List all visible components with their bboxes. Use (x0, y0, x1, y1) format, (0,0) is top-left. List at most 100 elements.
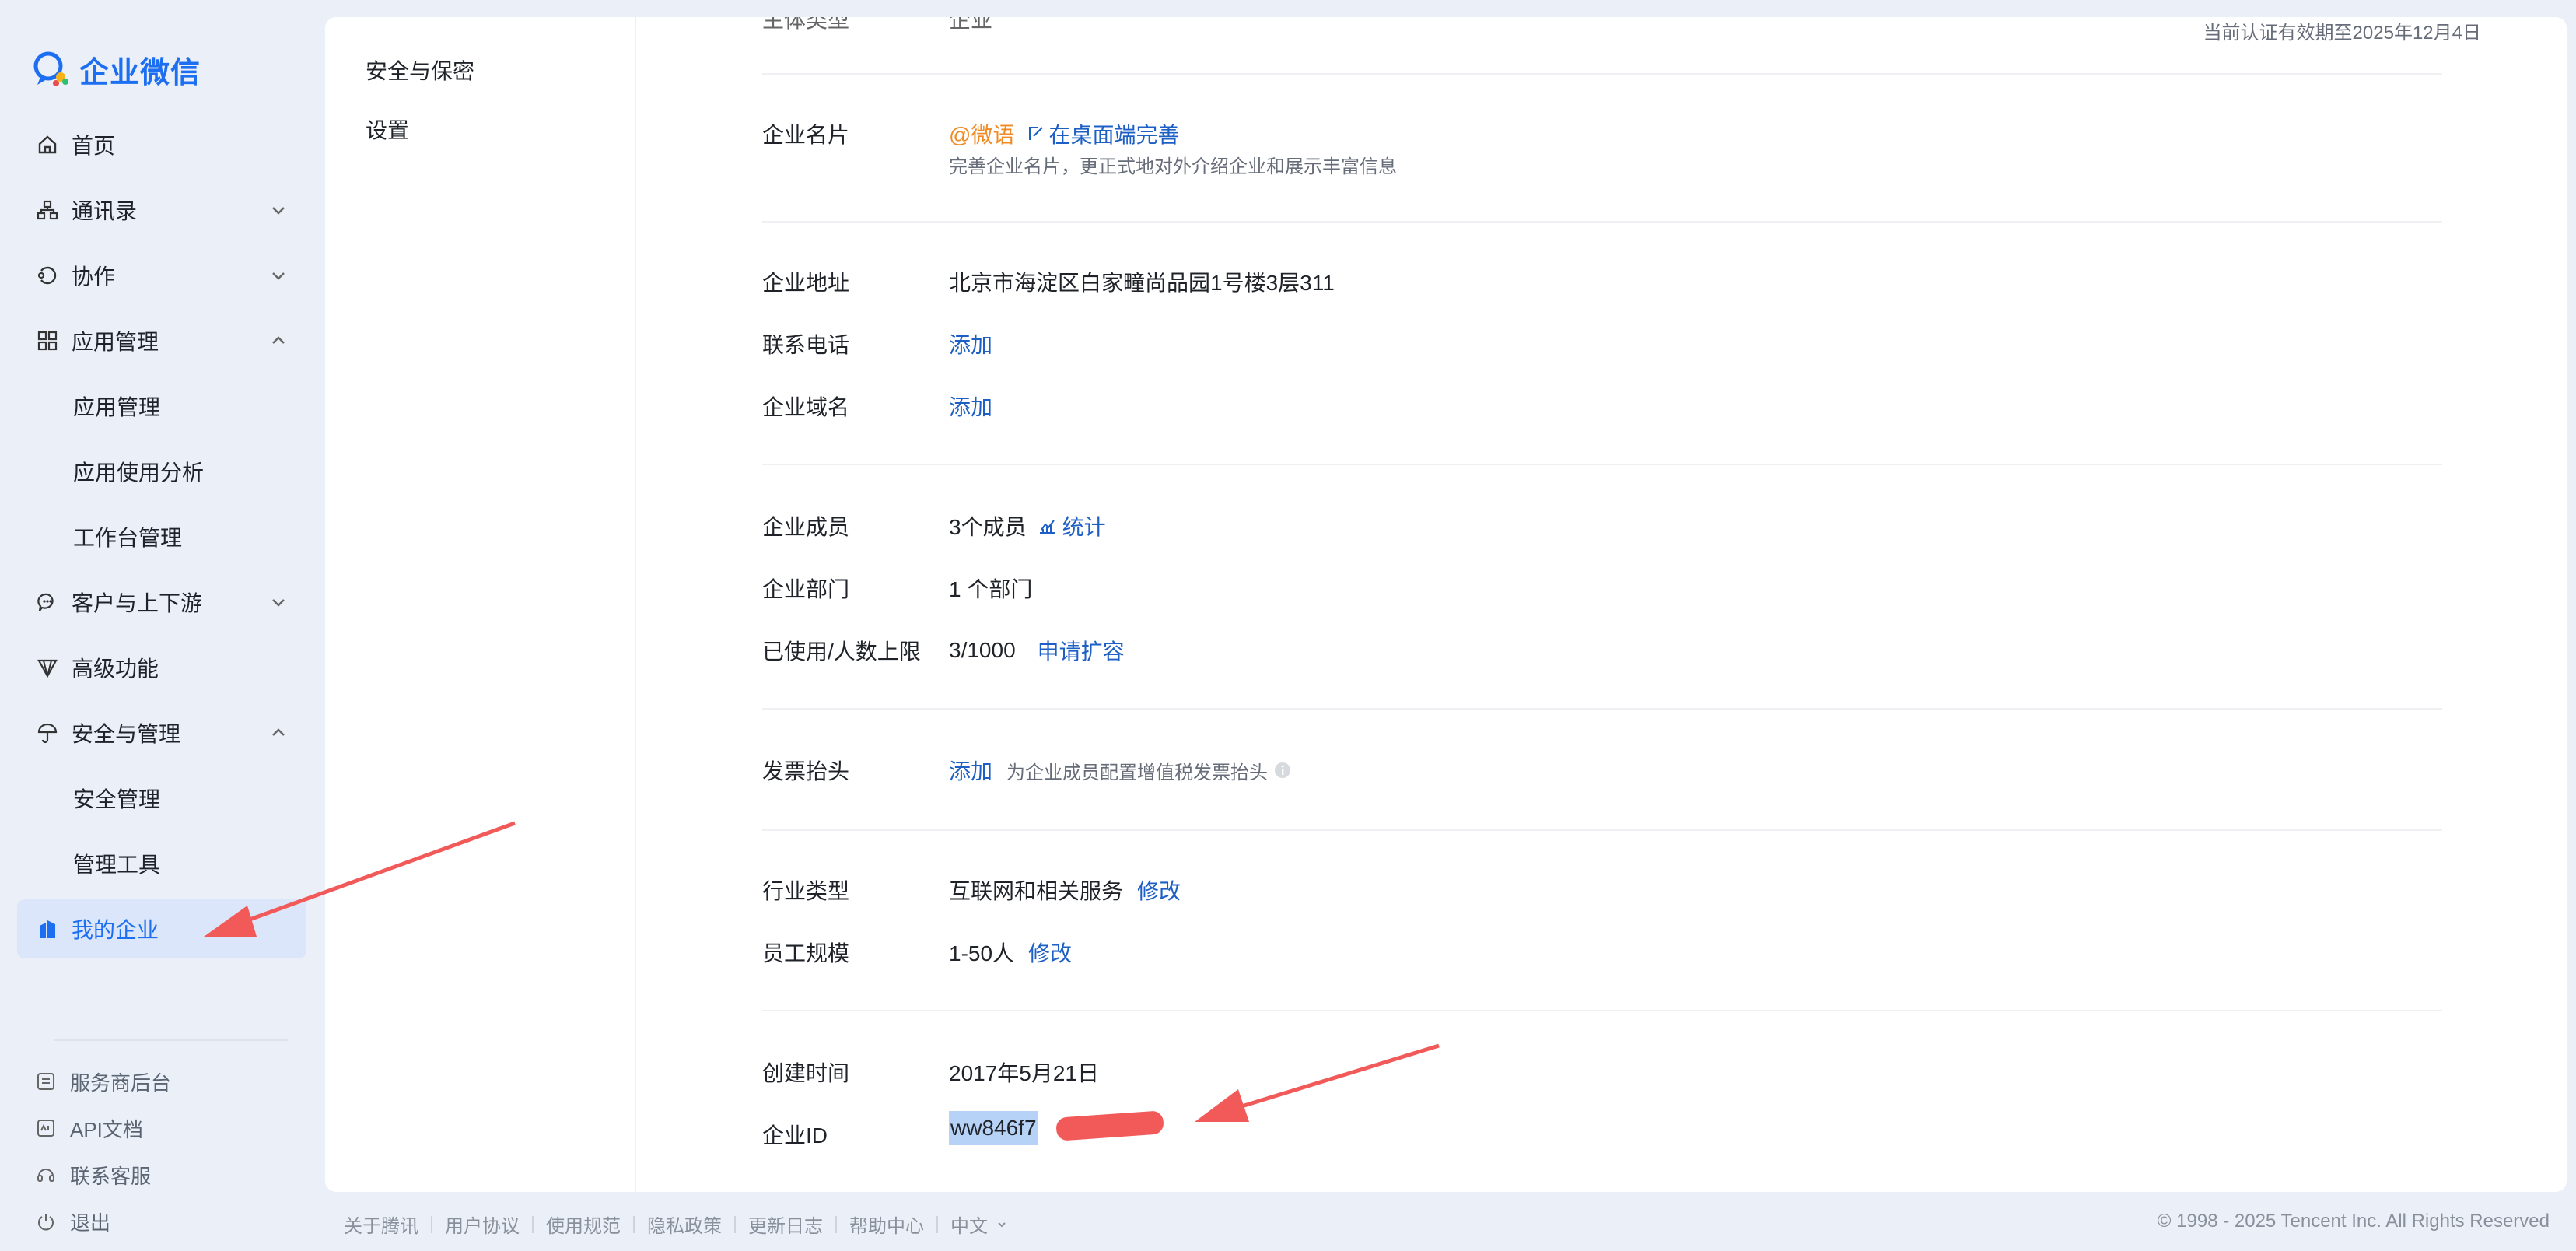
field-label-address: 企业地址 (762, 271, 850, 295)
field-label-invoice: 发票抬头 (762, 759, 850, 783)
field-value-invoice: 添加 为企业成员配置增值税发票抬头 (949, 755, 1291, 786)
sidebar-item-my-enterprise[interactable]: 我的企业 (17, 899, 306, 958)
sidebar-footer-service-provider[interactable]: 服务商后台 (36, 1062, 171, 1101)
corp-id-text: ww846f7 (950, 1116, 1037, 1140)
stats-icon (1038, 516, 1058, 536)
footer-separator (936, 1215, 938, 1233)
footer-link-help[interactable]: 帮助中心 (849, 1211, 924, 1238)
desktop-edit-icon (1027, 124, 1045, 143)
field-label-phone: 联系电话 (762, 333, 850, 357)
sidebar-item-label: 协作 (72, 265, 116, 289)
headset-icon (36, 1165, 56, 1185)
language-label: 中文 (950, 1216, 988, 1237)
subnav-item-security[interactable]: 安全与保密 (366, 54, 474, 86)
footer-link-usage-rules[interactable]: 使用规范 (546, 1211, 621, 1238)
divider (762, 708, 2442, 710)
sidebar-item-label: 安全管理 (73, 787, 161, 811)
sidebar-subitem-app-management[interactable]: 应用管理 (17, 377, 306, 436)
field-value-entity-type: 企业 (949, 17, 993, 32)
field-label-entity-type: 主体类型 (762, 17, 850, 32)
sidebar-footer-logout[interactable]: 退出 (36, 1202, 110, 1241)
add-invoice-link[interactable]: 添加 (949, 755, 992, 786)
field-label-industry: 行业类型 (762, 879, 850, 903)
field-value-departments: 1 个部门 (949, 577, 1033, 601)
apply-expansion-link[interactable]: 申请扩容 (1038, 635, 1125, 666)
sidebar-footer-api-docs[interactable]: API文档 (36, 1109, 143, 1148)
sidebar-divider (54, 1039, 288, 1041)
footer-link-privacy[interactable]: 隐私政策 (647, 1211, 722, 1238)
add-phone-link[interactable]: 添加 (949, 328, 992, 359)
sidebar-item-label: 客户与上下游 (72, 591, 203, 615)
footer-link-user-agreement[interactable]: 用户协议 (445, 1211, 520, 1238)
divider (762, 1010, 2442, 1011)
sidebar-item-label: 工作台管理 (73, 526, 183, 550)
home-icon (36, 133, 59, 156)
member-count: 3个成员 (949, 515, 1027, 539)
sidebar-item-label: 高级功能 (72, 657, 159, 681)
member-stats-link[interactable]: 统计 (1062, 510, 1106, 541)
sidebar-item-security-management[interactable]: 安全与管理 (17, 703, 306, 762)
edit-scale-link[interactable]: 修改 (1028, 937, 1072, 968)
field-value-created: 2017年5月21日 (949, 1061, 1100, 1085)
umbrella-icon (36, 721, 59, 745)
sidebar-footer-customer-service[interactable]: 联系客服 (36, 1155, 151, 1194)
field-value-quota: 3/1000 申请扩容 (949, 635, 1125, 666)
app-logo[interactable]: 企业微信 (31, 50, 201, 89)
sidebar-item-label: 应用使用分析 (73, 461, 205, 485)
field-value-address: 北京市海淀区白家疃尚品园1号楼3层311 (949, 271, 1335, 295)
settings-subnav: 安全与保密 设置 (325, 17, 636, 1192)
sidebar-item-label: 我的企业 (72, 918, 159, 942)
language-selector[interactable]: 中文 (950, 1211, 1008, 1238)
field-label-card: 企业名片 (762, 123, 850, 147)
field-label-created: 创建时间 (762, 1061, 850, 1085)
sidebar-item-contacts[interactable]: 通讯录 (17, 180, 306, 240)
field-value-card: @微语 在桌面端完善 (949, 118, 1179, 149)
field-value-corp-id[interactable]: ww846f7 (949, 1110, 1164, 1145)
copyright: © 1998 - 2025 Tencent Inc. All Rights Re… (2157, 1211, 2550, 1232)
footer-link-changelog[interactable]: 更新日志 (748, 1211, 823, 1238)
sidebar: 企业微信 首页 通讯录 协作 应用管理 应用管理 应用使用分析 工作台管理 客户… (0, 0, 324, 1251)
sidebar-subitem-workbench-management[interactable]: 工作台管理 (17, 507, 306, 566)
field-value-industry: 互联网和相关服务 修改 (949, 874, 1181, 906)
wecom-logo-icon (31, 49, 72, 89)
industry-value: 互联网和相关服务 (949, 879, 1124, 903)
sidebar-item-home[interactable]: 首页 (17, 115, 306, 174)
divider (762, 73, 2442, 75)
field-label-quota: 已使用/人数上限 (762, 640, 921, 664)
add-domain-link[interactable]: 添加 (949, 391, 992, 422)
sidebar-item-app-management[interactable]: 应用管理 (17, 311, 306, 370)
sidebar-subitem-admin-tools[interactable]: 管理工具 (17, 834, 306, 893)
org-chart-icon (36, 198, 59, 222)
footer-separator (431, 1215, 432, 1233)
sidebar-item-label: 首页 (72, 134, 116, 158)
sidebar-item-label: 应用管理 (72, 330, 159, 354)
document-icon (36, 1071, 56, 1092)
divider (762, 829, 2442, 831)
sidebar-subitem-security[interactable]: 安全管理 (17, 769, 306, 828)
sidebar-item-label: 通讯录 (72, 199, 138, 223)
chevron-up-icon (268, 722, 289, 744)
field-value-scale: 1-50人 修改 (949, 937, 1072, 968)
sidebar-item-label: 管理工具 (73, 853, 161, 877)
desktop-complete-link[interactable]: 在桌面端完善 (1048, 118, 1179, 149)
sidebar-item-collaborate[interactable]: 协作 (17, 246, 306, 305)
footer-link-about[interactable]: 关于腾讯 (344, 1211, 418, 1238)
info-icon[interactable] (1274, 762, 1291, 779)
edit-industry-link[interactable]: 修改 (1137, 874, 1181, 906)
sidebar-subitem-app-usage-analysis[interactable]: 应用使用分析 (17, 442, 306, 501)
scale-value: 1-50人 (949, 941, 1015, 965)
sidebar-footer-label: 联系客服 (70, 1164, 152, 1188)
corp-id-value[interactable]: ww846f7 (949, 1110, 1164, 1145)
sidebar-item-customers[interactable]: 客户与上下游 (17, 573, 306, 632)
sidebar-item-label: 应用管理 (73, 395, 161, 419)
sidebar-footer-label: 服务商后台 (70, 1071, 172, 1095)
sidebar-item-advanced[interactable]: 高级功能 (17, 638, 306, 697)
sidebar-item-label: 安全与管理 (72, 722, 181, 746)
chevron-down-icon (996, 1218, 1008, 1231)
card-hint: 完善企业名片，更正式地对外介绍企业和展示丰富信息 (949, 156, 1397, 177)
building-icon (36, 917, 59, 941)
app-name: 企业微信 (79, 56, 201, 89)
api-icon (36, 1118, 56, 1138)
subnav-item-settings[interactable]: 设置 (366, 114, 409, 145)
chevron-down-icon (268, 199, 289, 221)
